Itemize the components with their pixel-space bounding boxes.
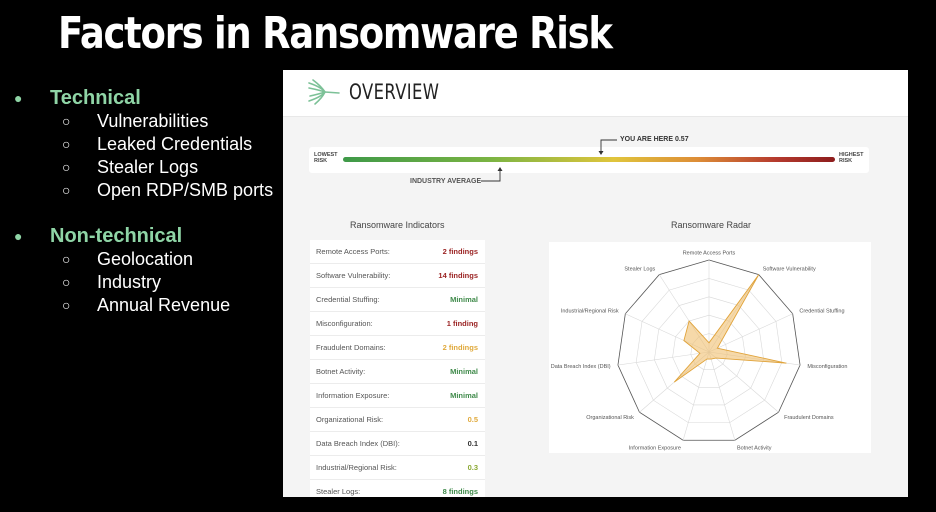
bullet-marker: ● (14, 90, 23, 106)
highest-risk-label: HIGHEST RISK (839, 152, 864, 164)
indicator-row: Organizational Risk: 0.5 (310, 408, 485, 432)
radar-axis-label: Stealer Logs (624, 266, 655, 272)
indicator-label: Fraudulent Domains: (316, 343, 386, 352)
indicators-title: Ransomware Indicators (350, 220, 445, 230)
ransomware-radar: Remote Access Ports Software Vulnerabilit… (549, 242, 871, 453)
indicator-value: 1 finding (446, 319, 478, 328)
indicator-label: Information Exposure: (316, 391, 390, 400)
category-label: Non-technical (50, 225, 183, 247)
indicator-row: Information Exposure: Minimal (310, 384, 485, 408)
bullet-item-text: Annual Revenue (97, 295, 231, 315)
overview-screenshot: OVERVIEW LOWEST RISK HIGHEST RISK YOU AR… (283, 70, 908, 497)
bullet-list: ● Technical ○ Vulnerabilities ○ Leaked Cred… (14, 86, 273, 317)
bullet-category-non-technical: ● Non-technical (14, 224, 273, 248)
bullet-item: ○ Stealer Logs (14, 156, 273, 179)
radar-axis-label: Data Breach Index (DBI) (551, 364, 611, 370)
indicator-row: Data Breach Index (DBI): 0.1 (310, 432, 485, 456)
radar-axis-label: Misconfiguration (807, 364, 847, 370)
bullet-item-text: Leaked Credentials (97, 134, 253, 154)
bullet-item: ○ Open RDP/SMB ports (14, 179, 273, 202)
bullet-marker: ● (14, 228, 23, 244)
radar-axis-label: Fraudulent Domains (784, 415, 834, 421)
bullet-item: ○ Vulnerabilities (14, 110, 273, 133)
indicator-row: Misconfiguration: 1 finding (310, 312, 485, 336)
indicator-value: 0.5 (467, 415, 478, 424)
indicator-row: Fraudulent Domains: 2 findings (310, 336, 485, 360)
bullet-category-technical: ● Technical (14, 86, 273, 110)
indicator-row: Industrial/Regional Risk: 0.3 (310, 456, 485, 480)
risk-scale: LOWEST RISK HIGHEST RISK (309, 147, 869, 173)
indicators-table: Remote Access Ports: 2 findings Software … (310, 240, 485, 497)
lowest-risk-label: LOWEST RISK (314, 152, 338, 164)
radar-axis-label: Botnet Activity (737, 445, 772, 451)
radar-axis-label: Credential Stuffing (799, 309, 844, 315)
category-label: Technical (50, 87, 141, 109)
overview-body: LOWEST RISK HIGHEST RISK YOU ARE HERE 0.… (283, 117, 908, 497)
radar-axis-label: Software Vulnerability (763, 266, 816, 272)
indicator-row: Remote Access Ports: 2 findings (310, 240, 485, 264)
radar-axis-label: Industrial/Regional Risk (561, 309, 619, 315)
indicator-label: Data Breach Index (DBI): (316, 439, 400, 448)
indicator-row: Credential Stuffing: Minimal (310, 288, 485, 312)
indicator-value: 0.3 (467, 463, 478, 472)
radar-axis-label: Organizational Risk (586, 415, 634, 421)
bullet-item-text: Stealer Logs (97, 157, 199, 177)
bullet-item: ○ Industry (14, 271, 273, 294)
indicator-label: Software Vulnerability: (316, 271, 391, 280)
indicator-value: 8 findings (442, 487, 478, 496)
indicator-label: Organizational Risk: (316, 415, 384, 424)
indicator-label: Stealer Logs: (316, 487, 361, 496)
you-are-here-label: YOU ARE HERE 0.57 (620, 136, 689, 143)
bullet-item: ○ Leaked Credentials (14, 133, 273, 156)
indicator-value: 2 findings (442, 343, 478, 352)
indicator-value: Minimal (450, 295, 478, 304)
sub-bullet-marker: ○ (62, 297, 71, 313)
bullet-item: ○ Geolocation (14, 248, 273, 271)
bullet-item: ○ Annual Revenue (14, 294, 273, 317)
sub-bullet-marker: ○ (62, 274, 71, 290)
radar-axis-label: Remote Access Ports (683, 251, 736, 257)
risk-gradient-bar (343, 157, 835, 162)
indicator-row: Software Vulnerability: 14 findings (310, 264, 485, 288)
bullet-item-text: Vulnerabilities (97, 111, 209, 131)
bullet-item-text: Open RDP/SMB ports (97, 180, 274, 200)
indicator-row: Botnet Activity: Minimal (310, 360, 485, 384)
slide-title: Factors in Ransomware Risk (58, 8, 613, 59)
sub-bullet-marker: ○ (62, 182, 71, 198)
indicator-value: Minimal (450, 367, 478, 376)
radar-chart: Remote Access Ports Software Vulnerabilit… (551, 251, 848, 452)
radar-title: Ransomware Radar (671, 220, 752, 230)
sub-bullet-marker: ○ (62, 251, 71, 267)
indicator-value: 14 findings (438, 271, 478, 280)
bullet-item-text: Industry (97, 272, 162, 292)
sub-bullet-marker: ○ (62, 136, 71, 152)
indicator-value: 2 findings (442, 247, 478, 256)
indicator-row: Stealer Logs: 8 findings (310, 480, 485, 497)
radar-axis-label: Information Exposure (629, 445, 681, 451)
radar-spoke (708, 351, 736, 441)
sub-bullet-marker: ○ (62, 159, 71, 175)
bullet-item-text: Geolocation (97, 249, 194, 269)
indicator-value: Minimal (450, 391, 478, 400)
indicator-label: Remote Access Ports: (316, 247, 390, 256)
overview-title: OVERVIEW (349, 80, 440, 104)
indicator-label: Misconfiguration: (316, 319, 373, 328)
radar-series-area (673, 274, 787, 383)
indicator-value: 0.1 (467, 439, 478, 448)
logo-icon (308, 79, 340, 105)
indicator-label: Industrial/Regional Risk: (316, 463, 397, 472)
sub-bullet-marker: ○ (62, 113, 71, 129)
indicator-label: Botnet Activity: (316, 367, 366, 376)
industry-average-label: INDUSTRY AVERAGE (410, 178, 482, 185)
indicator-label: Credential Stuffing: (316, 295, 380, 304)
overview-header: OVERVIEW (283, 70, 908, 117)
